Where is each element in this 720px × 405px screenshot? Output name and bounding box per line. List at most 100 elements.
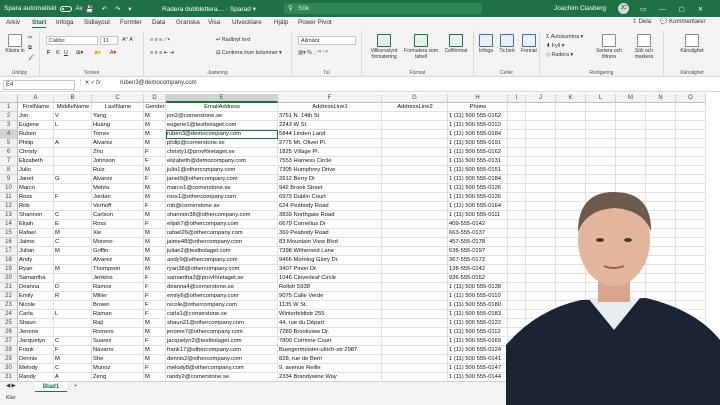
table-cell[interactable]: M [144, 139, 166, 148]
table-cell[interactable]: M [144, 247, 166, 256]
column-header-n[interactable]: N [646, 94, 676, 103]
table-cell[interactable]: 9466 Morning Glory Dr. [278, 256, 382, 265]
table-cell[interactable]: 1046 Cloverleaf Circle [278, 274, 382, 283]
table-cell[interactable]: 6973 Dublin Court [278, 193, 382, 202]
number-format-icons[interactable]: ▥▾ % , ⁺⁰ ⁻⁰ [298, 50, 328, 56]
row-header[interactable]: 15 [0, 229, 18, 238]
table-cell[interactable] [54, 256, 92, 265]
table-cell[interactable]: D [54, 283, 92, 292]
table-cell[interactable]: Ross [18, 193, 54, 202]
table-cell[interactable]: M [144, 112, 166, 121]
sort-filter-button[interactable]: Sortera och filtrera [592, 34, 626, 60]
table-cell[interactable]: 367-555-0172 [448, 256, 508, 265]
row-header[interactable]: 14 [0, 220, 18, 229]
table-cell[interactable]: ryan38@othercompany.com [166, 265, 278, 274]
column-header-k[interactable]: K [556, 94, 586, 103]
table-cell[interactable]: 636-555-0197 [448, 247, 508, 256]
table-cell[interactable]: Miller [92, 292, 144, 301]
name-box[interactable]: E4 [3, 80, 75, 90]
table-cell[interactable] [676, 157, 706, 166]
table-cell[interactable]: Moreno [92, 238, 144, 247]
table-cell[interactable] [508, 112, 526, 121]
search-box[interactable]: ⚲ Sök [284, 3, 482, 14]
table-cell[interactable]: 1 (11) 500 555-0162 [448, 112, 508, 121]
table-cell[interactable]: 1 (11) 500 555-0126 [448, 184, 508, 193]
table-cell[interactable] [526, 112, 556, 121]
tab-power-pivot[interactable]: Power Pivot [298, 19, 332, 26]
column-header-o[interactable]: O [676, 94, 706, 103]
add-sheet-button[interactable]: + [74, 383, 77, 389]
table-cell[interactable] [382, 247, 448, 256]
table-cell[interactable] [54, 202, 92, 211]
table-cell[interactable]: carla1@cornerstone.se [166, 310, 278, 319]
table-cell[interactable]: 457-555-0178 [448, 238, 508, 247]
header-cell[interactable] [508, 103, 526, 112]
table-cell[interactable]: Shannon [18, 211, 54, 220]
table-cell[interactable]: 1 (11) 500 555-0162 [448, 148, 508, 157]
table-cell[interactable] [382, 148, 448, 157]
table-cell[interactable] [526, 166, 556, 175]
quick-access-toolbar[interactable]: 💾 ↶ ↷ ▾ [86, 5, 135, 13]
header-cell[interactable]: EmailAddress [166, 103, 278, 112]
table-cell[interactable] [646, 157, 676, 166]
sheet-nav-arrows[interactable]: ◀ ▶ [6, 383, 16, 389]
table-cell[interactable]: 1 (11) 500 555-0131 [448, 157, 508, 166]
row-header[interactable]: 2 [0, 112, 18, 121]
window-controls[interactable]: ▭—▢✕ [640, 5, 716, 13]
table-cell[interactable] [586, 148, 616, 157]
number-format-select[interactable]: Allmänt [298, 36, 356, 45]
table-cell[interactable]: 7305 Humphrey Drive [278, 166, 382, 175]
table-cell[interactable]: jaime48@othercompany.com [166, 238, 278, 247]
table-cell[interactable]: F [144, 364, 166, 373]
fill-button[interactable]: ⬇ Fyll ▾ [546, 43, 564, 49]
table-cell[interactable] [382, 301, 448, 310]
table-cell[interactable]: Alvarez [92, 256, 144, 265]
row-header[interactable]: 8 [0, 166, 18, 175]
table-cell[interactable]: L [54, 310, 92, 319]
table-cell[interactable]: philip@cornerstone.se [166, 139, 278, 148]
user-name[interactable]: Joachim Clasberg [554, 5, 606, 12]
table-cell[interactable]: Marco [18, 184, 54, 193]
autosum-button[interactable]: Σ Autosumma ▾ [546, 34, 583, 40]
header-cell[interactable]: LastName [92, 103, 144, 112]
table-cell[interactable] [54, 328, 92, 337]
table-cell[interactable]: 1 (11) 500 555-0124 [448, 346, 508, 355]
table-cell[interactable] [526, 139, 556, 148]
table-cell[interactable] [508, 130, 526, 139]
table-cell[interactable]: 1 (11) 500 555-0169 [448, 337, 508, 346]
table-cell[interactable]: frank17@othercompany.com [166, 346, 278, 355]
tab-arkiv[interactable]: Arkiv [6, 19, 20, 26]
table-cell[interactable] [382, 202, 448, 211]
table-cell[interactable]: M [144, 184, 166, 193]
table-cell[interactable]: M [144, 193, 166, 202]
tab-sidlayout[interactable]: Sidlayout [84, 19, 110, 26]
border-icon[interactable]: ⊞▾ [76, 50, 83, 56]
tab-start[interactable]: Start [32, 19, 47, 28]
table-cell[interactable]: F [144, 274, 166, 283]
table-cell[interactable]: 942 Brook Street [278, 184, 382, 193]
table-cell[interactable]: C [54, 364, 92, 373]
table-cell[interactable] [382, 130, 448, 139]
table-cell[interactable] [382, 184, 448, 193]
table-cell[interactable] [382, 112, 448, 121]
table-cell[interactable]: 1 (11) 500 555-0126 [448, 193, 508, 202]
table-cell[interactable] [556, 166, 586, 175]
table-cell[interactable]: Christy [18, 148, 54, 157]
row-header[interactable]: 16 [0, 238, 18, 247]
header-cell[interactable] [526, 103, 556, 112]
table-cell[interactable]: 44, rue du Départ [278, 319, 382, 328]
table-cell[interactable]: 624 Peabody Road [278, 202, 382, 211]
table-cell[interactable]: M [54, 247, 92, 256]
table-cell[interactable]: ross1@othercompany.com [166, 193, 278, 202]
table-cell[interactable] [616, 139, 646, 148]
row-header[interactable]: 24 [0, 310, 18, 319]
table-cell[interactable] [54, 166, 92, 175]
table-cell[interactable]: 1 (11) 500 555-0112 [448, 328, 508, 337]
table-cell[interactable]: Buergermeister-ulrich-str 2987 [278, 346, 382, 355]
table-cell[interactable]: elizabeth@democompany.com [166, 157, 278, 166]
table-cell[interactable]: 936-555-0152 [448, 274, 508, 283]
table-cell[interactable]: 2775 Mt. Olivet Pl. [278, 139, 382, 148]
table-cell[interactable]: A [54, 139, 92, 148]
table-cell[interactable] [556, 121, 586, 130]
table-cell[interactable]: Jenkins [92, 274, 144, 283]
